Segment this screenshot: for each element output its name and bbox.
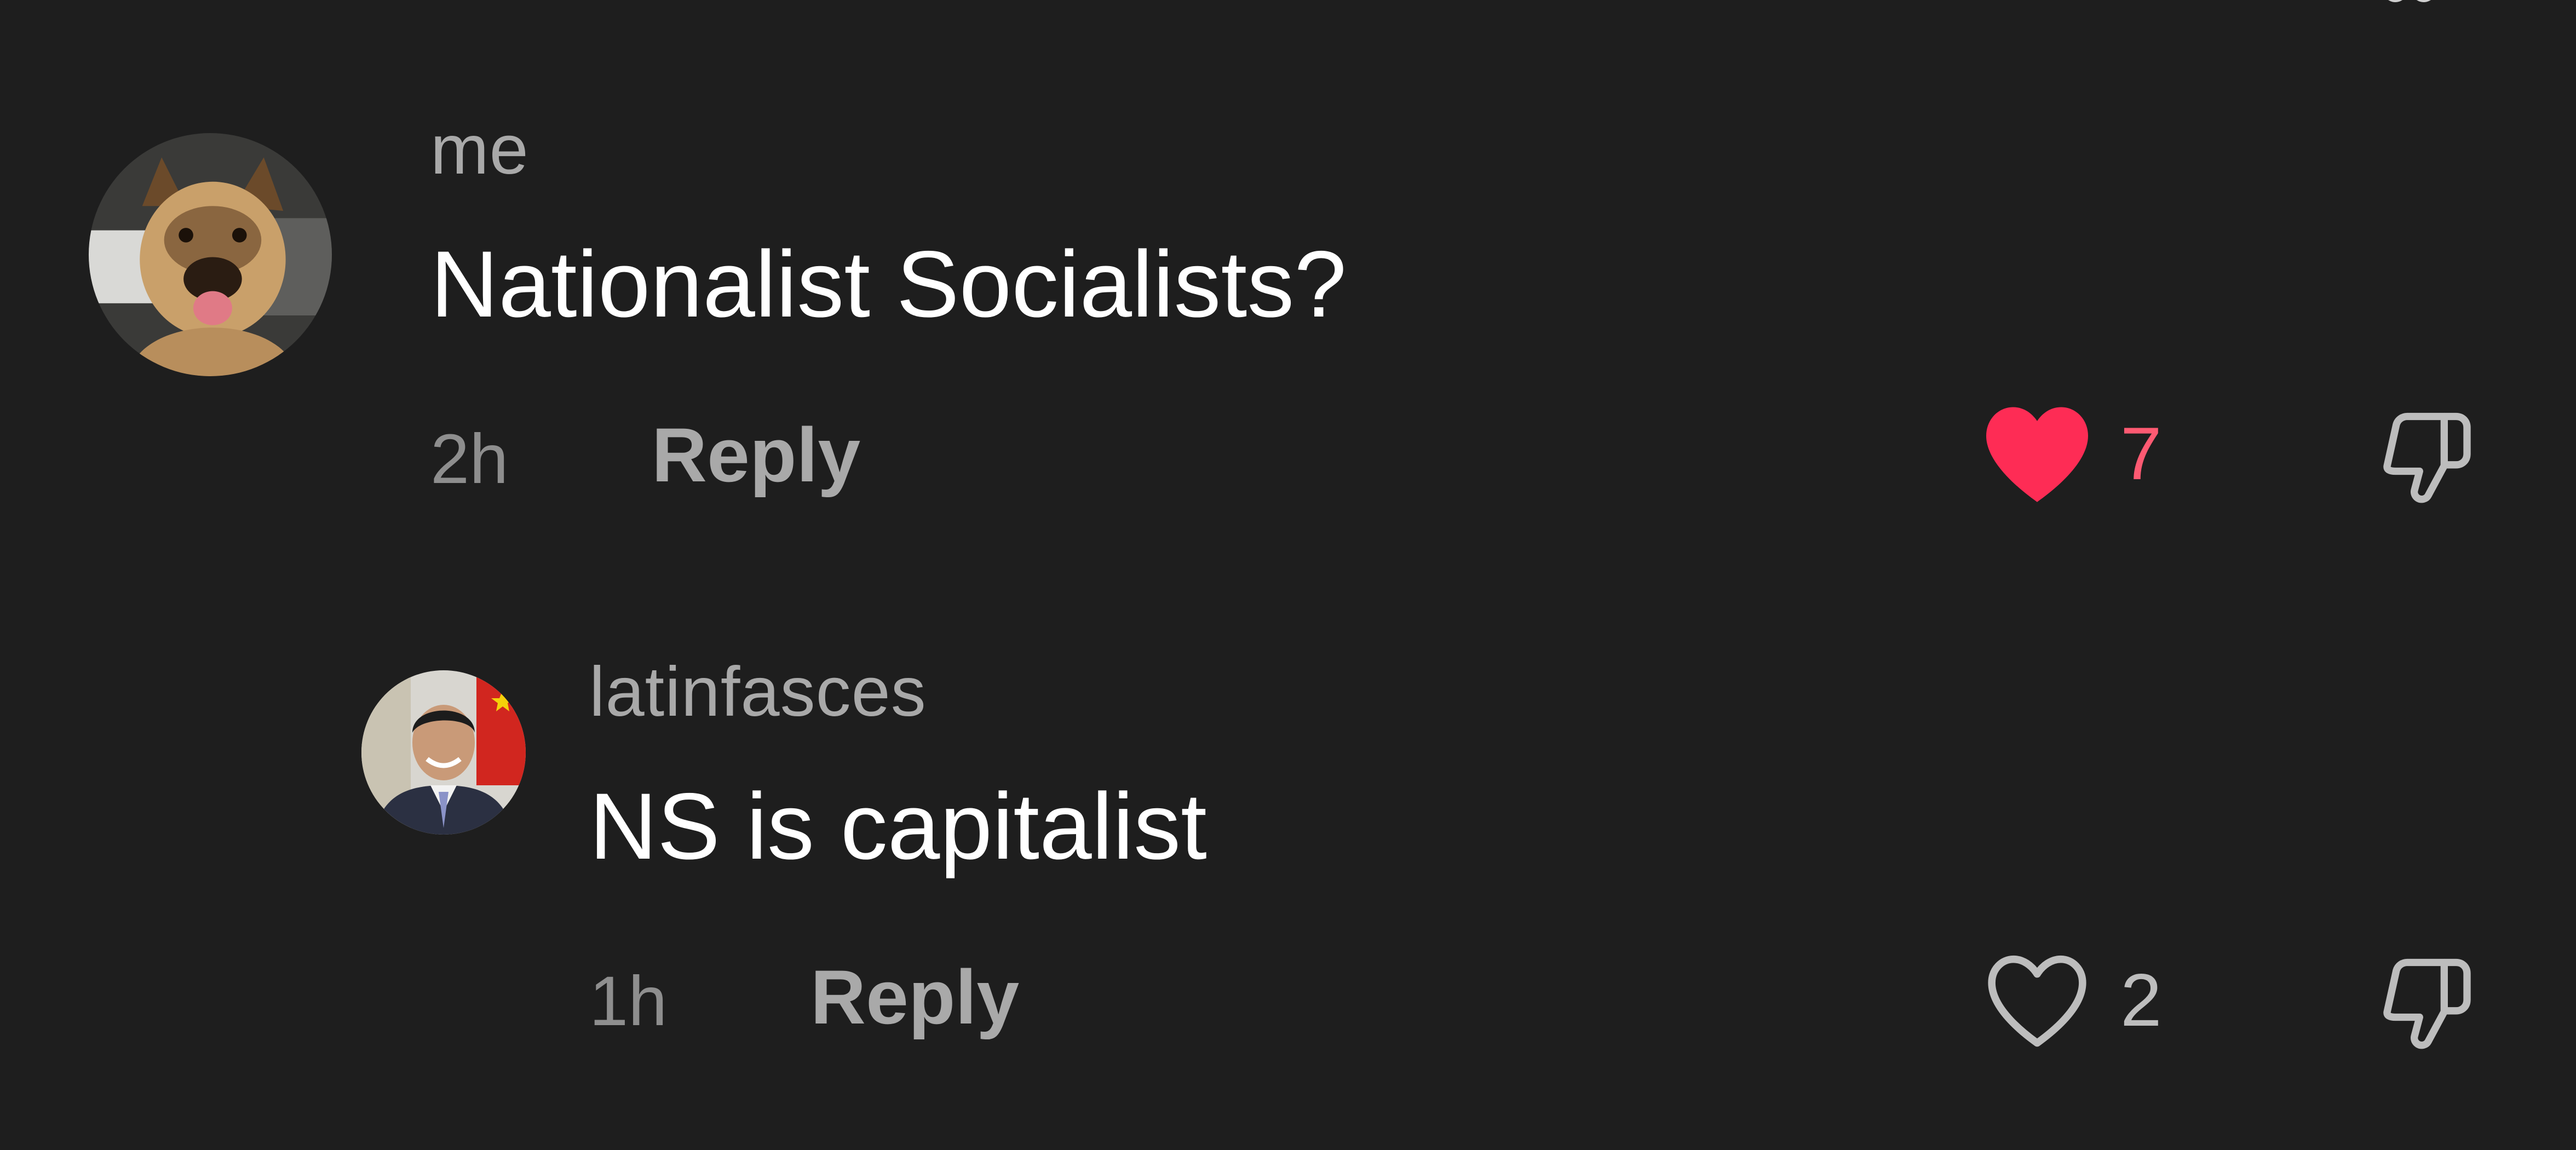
comment-username[interactable]: me bbox=[430, 110, 529, 190]
comment-time: 1h bbox=[589, 962, 668, 1040]
like-button[interactable]: 7 bbox=[1981, 403, 2162, 504]
comment-text: NS is capitalist bbox=[589, 774, 1207, 879]
reply-button[interactable]: Reply bbox=[810, 953, 1019, 1042]
avatar[interactable] bbox=[361, 670, 526, 835]
reply-button[interactable]: Reply bbox=[652, 411, 860, 499]
like-count: 7 bbox=[2120, 412, 2162, 495]
avatar[interactable] bbox=[89, 133, 332, 376]
person-avatar-icon bbox=[361, 670, 526, 835]
thumbs-down-icon bbox=[2383, 412, 2471, 503]
like-button[interactable]: 2 bbox=[1981, 949, 2162, 1051]
dislike-button[interactable] bbox=[2371, 950, 2481, 1060]
comment-time: 2h bbox=[430, 420, 509, 498]
dislike-button[interactable] bbox=[2371, 404, 2481, 514]
heart-filled-icon bbox=[1986, 407, 2088, 502]
comment-text: Nationalist Socialists? bbox=[430, 232, 1347, 337]
partial-top-icon bbox=[2377, 0, 2442, 11]
heart-outline-icon bbox=[1988, 955, 2086, 1047]
dog-avatar-icon bbox=[89, 133, 332, 376]
thumbs-down-icon bbox=[2383, 958, 2471, 1049]
like-count: 2 bbox=[2120, 958, 2162, 1042]
comment-username[interactable]: latinfasces bbox=[589, 652, 927, 732]
